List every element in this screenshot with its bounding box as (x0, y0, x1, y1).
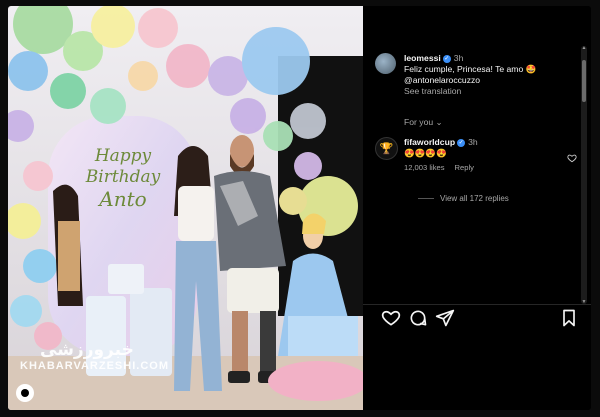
username[interactable]: fifaworldcup (404, 137, 455, 147)
caption-comment: leomessi ✓ 3h Feliz cumple, Princesa! Te a… (375, 53, 571, 97)
comment-body: leomessi ✓ 3h Feliz cumple, Princesa! Te a… (404, 53, 571, 97)
verified-icon: ✓ (442, 54, 451, 63)
mention-link[interactable]: @antonelaroccuzzo (404, 75, 480, 85)
for-you-label: For you (404, 117, 434, 127)
post-image[interactable]: Happy Birthday Anto خبرورزشی KHABARVARZE… (8, 6, 363, 410)
likes-count[interactable]: 12,003 likes (404, 163, 445, 172)
scrollbar-thumb[interactable] (582, 60, 586, 102)
share-icon (435, 309, 455, 327)
comment-item: 🏆 fifaworldcup ✓ 3h 😍😍😍😍 12,003 likes Reply (375, 137, 571, 172)
comment-text: Feliz cumple, Princesa! Te amo 🤩 (404, 64, 537, 74)
svg-text:Happy: Happy (94, 146, 152, 166)
replies-divider (418, 198, 434, 200)
comment-meta: 12,003 likes Reply (404, 163, 571, 172)
chevron-down-icon: ⌄ (435, 117, 443, 127)
view-replies-button[interactable]: View all 172 replies (418, 194, 509, 203)
username[interactable]: leomessi (404, 53, 441, 63)
reply-button[interactable]: Reply (455, 163, 474, 172)
comments-panel: leomessi ✓ 3h Feliz cumple, Princesa! Te a… (363, 6, 591, 410)
action-bar (373, 308, 581, 330)
for-you-filter[interactable]: For you ⌄ (404, 117, 443, 128)
save-button[interactable] (559, 308, 579, 328)
see-translation-link[interactable]: See translation (404, 86, 461, 96)
comment-button[interactable] (408, 308, 428, 328)
comment-body: fifaworldcup ✓ 3h 😍😍😍😍 (404, 137, 571, 159)
comment-icon (410, 310, 427, 326)
heart-icon (381, 310, 401, 326)
svg-text:Birthday: Birthday (85, 167, 161, 187)
watermark: خبرورزشی KHABARVARZESHI.COM (20, 340, 169, 372)
scroll-up-icon[interactable]: ▲ (581, 45, 587, 51)
comment-text: 😍😍😍😍 (404, 148, 447, 158)
heart-icon[interactable] (567, 153, 577, 163)
like-button[interactable] (381, 308, 401, 328)
timestamp[interactable]: 3h (454, 53, 464, 63)
avatar[interactable] (375, 53, 396, 74)
tagged-people-icon[interactable] (16, 384, 34, 402)
svg-text:Anto: Anto (97, 187, 146, 211)
bookmark-icon (563, 309, 575, 327)
avatar[interactable]: 🏆 (375, 137, 398, 160)
watermark-en: KHABARVARZESHI.COM (20, 360, 169, 372)
timestamp[interactable]: 3h (468, 137, 478, 147)
share-button[interactable] (435, 308, 455, 328)
post-viewer: Happy Birthday Anto خبرورزشی KHABARVARZE… (8, 6, 591, 410)
verified-icon: ✓ (457, 138, 466, 147)
divider (363, 304, 591, 305)
comments-scrollbar[interactable]: ▲ ▼ (581, 45, 587, 305)
view-replies-label: View all 172 replies (440, 194, 509, 203)
watermark-fa: خبرورزشی (40, 340, 134, 360)
